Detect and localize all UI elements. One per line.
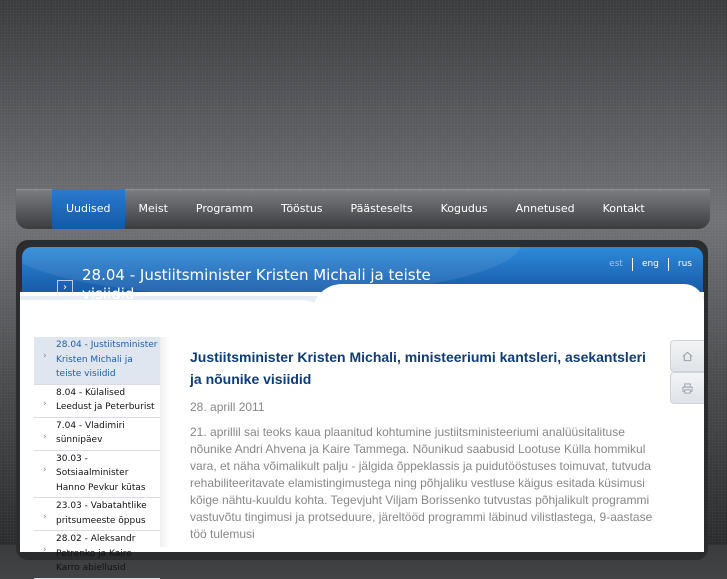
sidebar-item[interactable]: › 28.04 - Justiitsminister Kristen Micha… [34, 337, 160, 385]
news-sidebar: › 28.04 - Justiitsminister Kristen Micha… [34, 337, 160, 579]
sidebar-item[interactable]: › 28.02 - Aleksandr Petrenko ja Kaire Ka… [34, 531, 160, 579]
article: Justiitsminister Kristen Michali, minist… [190, 346, 660, 543]
chevron-right-icon: › [43, 464, 47, 475]
chevron-right-icon: › [43, 545, 47, 555]
sidebar-item-label: 7.04 - Vladimiri sünnipäev [56, 420, 125, 446]
lang-rus[interactable]: rus [667, 258, 701, 271]
title-arrow-icon: › [57, 280, 73, 296]
nav-item-kogudus[interactable]: Kogudus [427, 189, 502, 229]
header-wave-left [20, 300, 340, 340]
nav-item-meist[interactable]: Meist [125, 189, 182, 229]
print-button[interactable] [670, 372, 704, 404]
nav-items: Uudised Meist Programm Tööstus Päästesel… [52, 189, 659, 229]
lang-est[interactable]: est [600, 258, 632, 271]
sidebar-item[interactable]: › 30.03 - Sotsiaalminister Hanno Pevkur … [34, 451, 160, 498]
sidebar-item-label: 30.03 - Sotsiaalminister Hanno Pevkur kü… [56, 453, 146, 493]
article-title: Justiitsminister Kristen Michali, minist… [190, 349, 646, 387]
nav-item-annetused[interactable]: Annetused [502, 189, 589, 229]
sidebar-item[interactable]: › 8.04 - Külalised Leedust ja Peterburis… [34, 385, 160, 418]
page-title: 28.04 - Justiitsminister Kristen Michali… [82, 266, 431, 303]
home-icon [682, 351, 693, 361]
sidebar-item[interactable]: › 23.03 - Vabatahtlike pritsumeeste õppu… [34, 498, 160, 531]
sidebar-item-label: 23.03 - Vabatahtlike pritsumeeste õppus [56, 501, 147, 526]
print-icon [682, 382, 693, 394]
sidebar-item-label: 28.02 - Aleksandr Petrenko ja Kaire Karr… [56, 534, 136, 573]
nav-item-programm[interactable]: Programm [182, 189, 267, 229]
nav-item-paasteselts[interactable]: Päästeselts [337, 189, 427, 229]
nav-item-kontakt[interactable]: Kontakt [589, 189, 659, 229]
sidebar-item-label: 8.04 - Külalised Leedust ja Peterburist [56, 387, 155, 413]
language-switcher: est eng rus [600, 258, 701, 271]
chevron-right-icon: › [43, 398, 47, 409]
sidebar-item-label: 28.04 - Justiitsminister Kristen Michali… [56, 340, 158, 379]
lang-eng[interactable]: eng [631, 258, 668, 271]
article-body: 21. aprillil sai teoks kaua plaanitud ko… [190, 425, 653, 541]
sidebar-item[interactable]: › 7.04 - Vladimiri sünnipäev [34, 418, 160, 451]
home-button[interactable] [670, 340, 704, 372]
article-date: 28. aprill 2011 [190, 400, 265, 414]
chevron-right-icon: › [43, 431, 47, 442]
nav-item-toostus[interactable]: Tööstus [267, 189, 337, 229]
sidebar-divider [160, 337, 170, 547]
chevron-right-icon: › [43, 351, 47, 361]
main-navigation: Uudised Meist Programm Tööstus Päästesel… [16, 189, 710, 229]
nav-item-uudised[interactable]: Uudised [52, 189, 125, 229]
chevron-right-icon: › [43, 512, 47, 522]
